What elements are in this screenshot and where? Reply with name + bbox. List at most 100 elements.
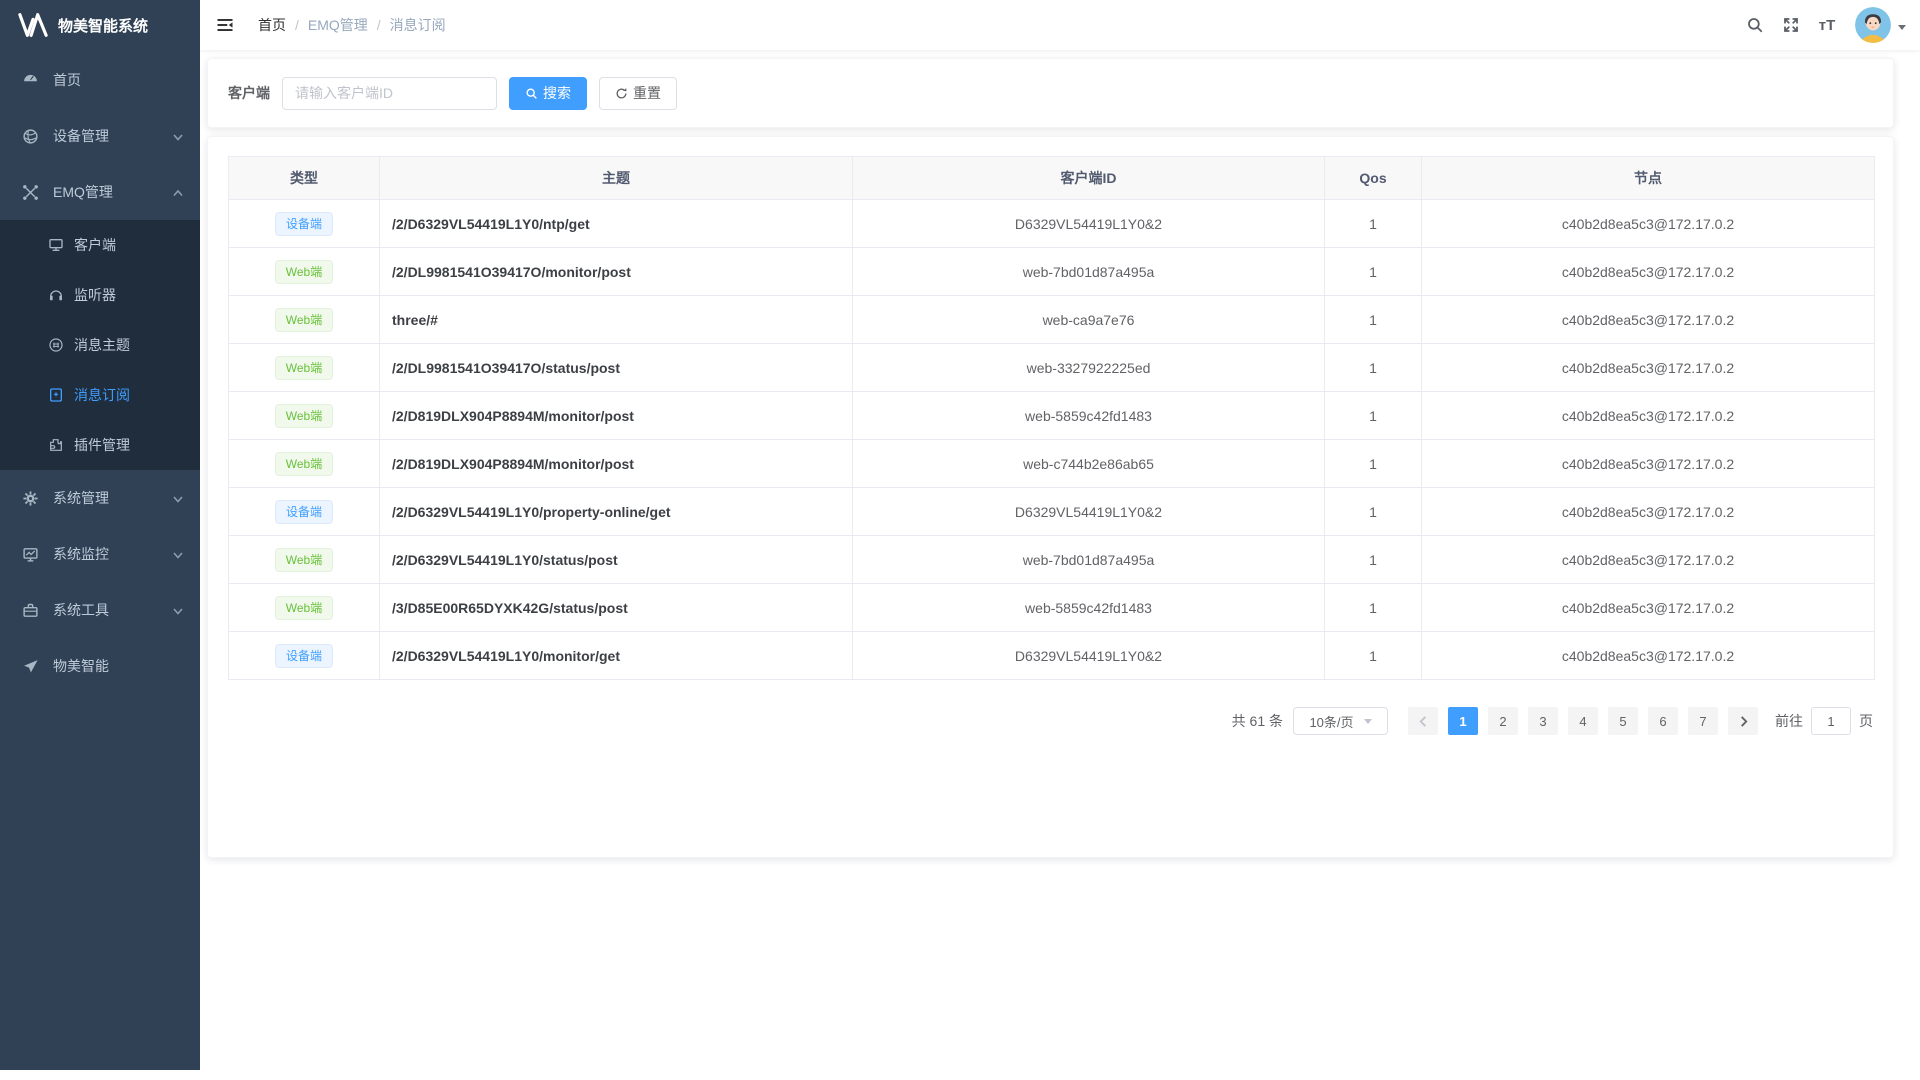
client-id-cell: web-7bd01d87a495a xyxy=(853,536,1325,584)
client-id-label: 客户端 xyxy=(228,83,270,103)
next-page-button[interactable] xyxy=(1728,707,1758,735)
topbar: 首页 / EMQ管理 / 消息订阅 ᴛT xyxy=(200,0,1920,50)
sidebar-item-label: 物美智能 xyxy=(53,656,184,676)
sidebar-subitem-label: 插件管理 xyxy=(74,435,184,455)
sidebar-subitem-2[interactable]: 消息主题 xyxy=(0,320,200,370)
client-id-input[interactable] xyxy=(282,77,497,110)
search-button[interactable]: 搜索 xyxy=(509,77,587,110)
type-tag: Web端 xyxy=(275,596,333,620)
devices-globe-icon xyxy=(22,128,39,145)
font-size-button[interactable]: ᴛT xyxy=(1809,0,1845,50)
sidebar-subitem-3[interactable]: 消息订阅 xyxy=(0,370,200,420)
sidebar-item-1[interactable]: 设备管理 xyxy=(0,108,200,164)
page-content: 客户端 搜索 重置 类型主题客户端IDQos节点 xyxy=(200,50,1920,858)
topic-cell: /2/DL9981541O39417O/status/post xyxy=(380,344,853,392)
qos-cell: 1 xyxy=(1325,488,1422,536)
type-tag: 设备端 xyxy=(275,212,333,236)
type-cell: Web端 xyxy=(229,536,380,584)
sidebar: 物美智能系统 首页设备管理 EMQ管理客户端监听器消息主题消息订阅插件管理系统管理… xyxy=(0,0,200,1070)
type-cell: Web端 xyxy=(229,584,380,632)
table-row: 设备端/2/D6329VL54419L1Y0/monitor/getD6329V… xyxy=(229,632,1875,680)
qos-cell: 1 xyxy=(1325,344,1422,392)
sidebar-item-0[interactable]: 首页 xyxy=(0,52,200,108)
sidebar-subitem-label: 消息主题 xyxy=(74,335,184,355)
chevron-right-icon xyxy=(1738,716,1749,727)
sidebar-subitem-label: 客户端 xyxy=(74,235,184,255)
chevron-down-icon xyxy=(172,605,184,617)
table-row: Web端/2/D6329VL54419L1Y0/status/postweb-7… xyxy=(229,536,1875,584)
goto-page: 前往 页 xyxy=(1775,707,1873,735)
node-cell: c40b2d8ea5c3@172.17.0.2 xyxy=(1422,200,1875,248)
subscription-table-card: 类型主题客户端IDQos节点 设备端/2/D6329VL54419L1Y0/nt… xyxy=(207,136,1894,858)
qos-cell: 1 xyxy=(1325,296,1422,344)
page-number-list: 1234567 xyxy=(1443,707,1723,735)
sidebar-subitem-label: 监听器 xyxy=(74,285,184,305)
page-button-7[interactable]: 7 xyxy=(1688,707,1718,735)
table-row: Web端/2/DL9981541O39417O/monitor/postweb-… xyxy=(229,248,1875,296)
type-tag: Web端 xyxy=(275,404,333,428)
qos-cell: 1 xyxy=(1325,200,1422,248)
page-button-2[interactable]: 2 xyxy=(1488,707,1518,735)
table-row: 设备端/2/D6329VL54419L1Y0/ntp/getD6329VL544… xyxy=(229,200,1875,248)
user-menu[interactable] xyxy=(1855,7,1906,43)
sidebar-subitem-1[interactable]: 监听器 xyxy=(0,270,200,320)
sidebar-item-5[interactable]: 系统工具 xyxy=(0,582,200,638)
table-row: Web端three/#web-ca9a7e761c40b2d8ea5c3@172… xyxy=(229,296,1875,344)
type-cell: Web端 xyxy=(229,392,380,440)
chevron-down-icon xyxy=(1364,719,1372,728)
page-button-4[interactable]: 4 xyxy=(1568,707,1598,735)
node-cell: c40b2d8ea5c3@172.17.0.2 xyxy=(1422,584,1875,632)
page-button-6[interactable]: 6 xyxy=(1648,707,1678,735)
sidebar-item-label: 系统工具 xyxy=(53,600,172,620)
listener-headset-icon xyxy=(48,287,64,303)
client-id-cell: web-7bd01d87a495a xyxy=(853,248,1325,296)
breadcrumb-separator: / xyxy=(377,17,381,33)
qos-cell: 1 xyxy=(1325,248,1422,296)
node-cell: c40b2d8ea5c3@172.17.0.2 xyxy=(1422,344,1875,392)
qos-cell: 1 xyxy=(1325,392,1422,440)
client-id-cell: D6329VL54419L1Y0&2 xyxy=(853,488,1325,536)
node-cell: c40b2d8ea5c3@172.17.0.2 xyxy=(1422,296,1875,344)
sidebar-item-label: 系统监控 xyxy=(53,544,172,564)
chevron-down-icon xyxy=(1898,25,1906,34)
reset-button[interactable]: 重置 xyxy=(599,77,677,110)
avatar[interactable] xyxy=(1855,7,1891,43)
toolbox-icon xyxy=(22,602,39,619)
sidebar-item-2[interactable]: EMQ管理 xyxy=(0,164,200,220)
sidebar-item-3[interactable]: 系统管理 xyxy=(0,470,200,526)
sidebar-item-4[interactable]: 系统监控 xyxy=(0,526,200,582)
header-search-button[interactable] xyxy=(1737,0,1773,50)
hamburger-icon xyxy=(216,16,234,34)
qos-cell: 1 xyxy=(1325,440,1422,488)
prev-page-button[interactable] xyxy=(1408,707,1438,735)
column-header: 客户端ID xyxy=(853,157,1325,200)
topic-cell: /2/D6329VL54419L1Y0/status/post xyxy=(380,536,853,584)
client-id-cell: D6329VL54419L1Y0&2 xyxy=(853,632,1325,680)
app-logo[interactable]: 物美智能系统 xyxy=(0,0,200,50)
total-count: 共 61 条 xyxy=(1232,711,1283,731)
goto-page-input[interactable] xyxy=(1811,707,1851,735)
sidebar-item-label: EMQ管理 xyxy=(53,182,172,202)
page-button-3[interactable]: 3 xyxy=(1528,707,1558,735)
page-button-5[interactable]: 5 xyxy=(1608,707,1638,735)
client-id-cell: web-ca9a7e76 xyxy=(853,296,1325,344)
column-header: 类型 xyxy=(229,157,380,200)
node-cell: c40b2d8ea5c3@172.17.0.2 xyxy=(1422,488,1875,536)
sidebar-item-6[interactable]: 物美智能 xyxy=(0,638,200,694)
fullscreen-button[interactable] xyxy=(1773,0,1809,50)
topic-cell: three/# xyxy=(380,296,853,344)
qos-cell: 1 xyxy=(1325,584,1422,632)
sidebar-item-label: 系统管理 xyxy=(53,488,172,508)
client-id-cell: web-5859c42fd1483 xyxy=(853,392,1325,440)
topic-cell: /2/DL9981541O39417O/monitor/post xyxy=(380,248,853,296)
topbar-tools: ᴛT xyxy=(1737,0,1920,50)
type-cell: Web端 xyxy=(229,344,380,392)
page-size-select[interactable]: 10条/页 xyxy=(1293,707,1388,735)
page-button-1[interactable]: 1 xyxy=(1448,707,1478,735)
breadcrumb-home[interactable]: 首页 xyxy=(258,15,286,35)
search-icon xyxy=(525,87,538,100)
sidebar-subitem-0[interactable]: 客户端 xyxy=(0,220,200,270)
table-row: Web端/3/D85E00R65DYXK42G/status/postweb-5… xyxy=(229,584,1875,632)
sidebar-subitem-4[interactable]: 插件管理 xyxy=(0,420,200,470)
sidebar-toggle-button[interactable] xyxy=(200,0,250,50)
